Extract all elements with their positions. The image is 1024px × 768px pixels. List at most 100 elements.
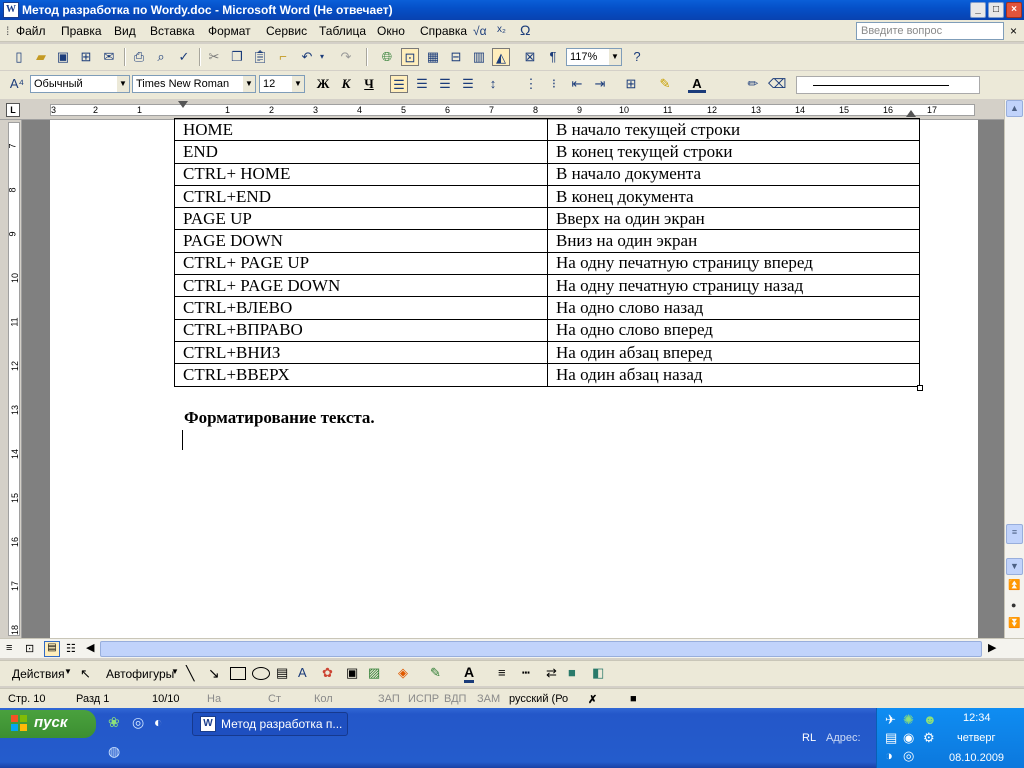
3d-icon[interactable]: ◧ [592, 665, 604, 681]
menu-file[interactable]: Файл [16, 24, 46, 38]
table-cell-action[interactable]: На один абзац назад [547, 363, 920, 387]
font-color-icon[interactable]: A [688, 75, 706, 93]
language-indicator[interactable]: RL [802, 732, 816, 744]
title-bar[interactable]: W Метод разработка по Wordy.doc - Micros… [0, 0, 1024, 20]
tray-volume-icon[interactable]: ◑ [885, 748, 893, 763]
line-color-icon[interactable]: ✎ [430, 665, 441, 681]
table-cell-key[interactable]: CTRL+ PAGE DOWN [174, 274, 548, 298]
email-icon[interactable]: ✉ [100, 48, 118, 66]
table-cell-key[interactable]: PAGE UP [174, 207, 548, 231]
print-preview-icon[interactable]: ⌕ [152, 48, 170, 66]
select-browse-object-icon[interactable]: ● [1011, 600, 1016, 610]
tables-borders-icon[interactable]: ⊡ [401, 48, 419, 66]
outline-view-icon[interactable]: ☷ [66, 642, 76, 655]
vertical-scrollbar[interactable]: ▲ ≡ ▼ ⏫ ● ⏬ [1004, 100, 1024, 638]
undo-dropdown-icon[interactable]: ▾ [313, 48, 331, 66]
horizontal-scroll-thumb[interactable] [100, 641, 982, 657]
wordart-icon[interactable]: A [298, 665, 307, 680]
shadow-icon[interactable]: ■ [568, 665, 576, 680]
scroll-up-button[interactable]: ▲ [1006, 100, 1023, 117]
numbering-icon[interactable]: ⋮ [522, 75, 540, 93]
status-language[interactable]: русский (Ро [509, 693, 568, 705]
subscript-icon[interactable]: x₂ [497, 24, 506, 35]
print-icon[interactable]: ⎙ [130, 48, 148, 66]
first-line-indent-marker[interactable] [178, 101, 188, 108]
hyperlink-icon[interactable]: 🌐︎ [378, 48, 396, 66]
minimize-button[interactable]: _ [970, 2, 986, 18]
menu-tools[interactable]: Сервис [266, 24, 307, 38]
font-select[interactable]: Times New Roman ▼ [132, 75, 256, 93]
font-size-select[interactable]: 12 ▼ [259, 75, 305, 93]
menu-window[interactable]: Окно [377, 24, 405, 38]
permission-icon[interactable]: ⊞ [77, 48, 95, 66]
tray-messenger-icon[interactable]: ☻ [923, 712, 937, 727]
line-style-icon[interactable]: ≡ [498, 665, 506, 680]
help-search-input[interactable]: Введите вопрос [856, 22, 1004, 40]
font-color-icon[interactable]: A [464, 664, 475, 683]
underline-icon[interactable]: Ч [360, 75, 378, 93]
table-cell-action[interactable]: Вверх на один экран [547, 207, 920, 231]
select-pointer-icon[interactable]: ↖ [80, 666, 91, 682]
table-cell-action[interactable]: В начало документа [547, 162, 920, 186]
menu-table[interactable]: Таблица [319, 24, 366, 38]
address-label[interactable]: Адрес: [826, 732, 861, 744]
macro-status-icon[interactable]: ■ [630, 693, 637, 705]
show-hide-icon[interactable]: ¶ [544, 48, 562, 66]
tray-drive-icon[interactable]: ▤ [885, 730, 897, 746]
equation-icon[interactable]: √α [473, 24, 487, 38]
scroll-right-button[interactable]: ▶ [988, 641, 996, 654]
drawing-icon[interactable]: ◭ [492, 48, 510, 66]
styles-pane-icon[interactable]: A⁴ [8, 75, 26, 93]
insert-table-icon[interactable]: ▦ [424, 48, 442, 66]
table-cell-action[interactable]: На один абзац вперед [547, 340, 920, 365]
table-cell-key[interactable]: PAGE DOWN [174, 229, 548, 253]
scroll-left-button[interactable]: ◀ [86, 641, 94, 654]
table-cell-action[interactable]: На одно слово назад [547, 296, 920, 320]
table-cell-key[interactable]: CTRL+ PAGE UP [174, 251, 548, 276]
quicklaunch-ie-icon[interactable]: ◎ [132, 714, 144, 731]
fill-color-icon[interactable]: ◈ [398, 665, 408, 681]
close-doc-icon[interactable]: × [1010, 24, 1017, 38]
align-right-icon[interactable]: ☰ [436, 75, 454, 93]
clipart-icon[interactable]: ▣ [346, 665, 358, 681]
cut-icon[interactable]: ✂ [205, 48, 223, 66]
menu-edit[interactable]: Правка [61, 24, 102, 38]
bold-icon[interactable]: Ж [314, 75, 332, 93]
line-spacing-icon[interactable]: ↕ [484, 75, 502, 93]
table-cell-action[interactable]: В конец документа [547, 184, 920, 209]
spelling-icon[interactable]: ✓ [175, 48, 193, 66]
quicklaunch-media-icon[interactable]: ◐ [154, 714, 162, 730]
text-box-icon[interactable]: ▤ [276, 665, 288, 681]
actions-menu[interactable]: Действия [12, 667, 65, 681]
increase-indent-icon[interactable]: ⇥ [591, 75, 609, 93]
table-cell-key[interactable]: CTRL+ВЛЕВО [174, 296, 548, 320]
paste-icon[interactable]: 📋︎ [251, 48, 269, 66]
table-cell-action[interactable]: Вниз на один экран [547, 229, 920, 253]
table-cell-key[interactable]: CTRL+ВПРАВО [174, 318, 548, 342]
document-map-icon[interactable]: ⊠ [521, 48, 539, 66]
save-icon[interactable]: ▣ [54, 48, 72, 66]
omega-symbol-icon[interactable]: Ω [520, 22, 530, 38]
oval-icon[interactable] [252, 667, 270, 680]
table-resize-handle[interactable] [917, 385, 923, 391]
open-folder-icon[interactable]: ▰ [32, 48, 50, 66]
help-icon[interactable]: ? [628, 48, 646, 66]
tray-network-icon[interactable]: ✈ [885, 712, 896, 728]
maximize-button[interactable]: □ [988, 2, 1004, 18]
zoom-select[interactable]: 117% ▼ [566, 48, 622, 66]
table-cell-action[interactable]: В начало текущей строки [547, 117, 920, 142]
diagram-icon[interactable]: ✿ [322, 665, 333, 681]
table-cell-key[interactable]: END [174, 140, 548, 164]
tray-update-icon[interactable]: ⚙ [923, 730, 935, 746]
print-layout-icon[interactable]: ▤ [44, 641, 60, 657]
table-cell-key[interactable]: HOME [174, 117, 548, 142]
copy-icon[interactable]: ❐ [228, 48, 246, 66]
table-cell-action[interactable]: В конец текущей строки [547, 140, 920, 164]
next-page-icon[interactable]: ⏬ [1008, 618, 1020, 629]
table-cell-key[interactable]: CTRL+ВНИЗ [174, 340, 548, 365]
menu-help[interactable]: Справка [420, 24, 467, 38]
previous-page-icon[interactable]: ⏫ [1008, 580, 1020, 591]
arrow-icon[interactable]: ↘ [208, 665, 220, 682]
decrease-indent-icon[interactable]: ⇤ [568, 75, 586, 93]
table-cell-action[interactable]: На одно слово вперед [547, 318, 920, 342]
